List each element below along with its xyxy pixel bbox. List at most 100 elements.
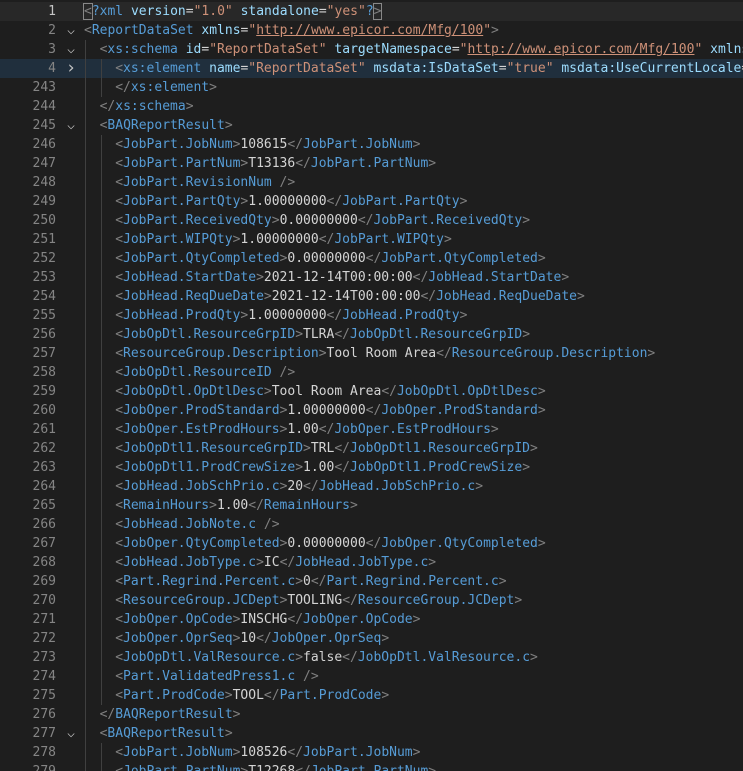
xml-tag-name: JobOper.EstProdHours [334, 422, 491, 437]
code-line[interactable]: 267 <JobOper.QtyCompleted>0.00000000</Job… [0, 534, 743, 553]
code-token: </ [365, 251, 382, 266]
code-text: <JobOper.QtyCompleted>0.00000000</JobOpe… [115, 534, 546, 553]
code-text: <BAQReportResult> [100, 116, 233, 135]
code-text: </xs:element> [115, 78, 217, 97]
code-token: = [201, 42, 210, 57]
code-token: < [115, 479, 124, 494]
xml-tag-name: JobPart.PartNum [311, 764, 428, 771]
code-line[interactable]: 246 <JobPart.JobNum>108615</JobPart.JobNu… [0, 135, 743, 154]
xml-value: 0.00000000 [287, 251, 366, 266]
code-line[interactable]: 273 <JobOpDtl.ValResource.c>false</JobOpD… [0, 648, 743, 667]
code-line[interactable]: 252 <JobPart.QtyCompleted>0.00000000</Job… [0, 249, 743, 268]
code-line[interactable]: 266 <JobHead.JobNote.c /> [0, 515, 743, 534]
code-line[interactable]: 257 <ResourceGroup.Description>Tool Room … [0, 344, 743, 363]
line-number: 272 [32, 631, 56, 646]
code-line[interactable]: 247 <JobPart.PartNum>T13136</JobPart.Part… [0, 154, 743, 173]
code-token: " [483, 23, 492, 38]
code-line[interactable]: 262 <JobOpDtl1.ResourceGrpID>TRL</JobOpDt… [0, 439, 743, 458]
code-token: </ [334, 327, 350, 342]
code-line[interactable]: 268 <JobHead.JobType.c>IC</JobHead.JobTyp… [0, 553, 743, 572]
code-line[interactable]: 250 <JobPart.ReceivedQty>0.00000000</JobP… [0, 211, 743, 230]
code-token: > [537, 384, 546, 399]
fold-expanded-chevron-icon[interactable]: ⌵ [64, 116, 78, 135]
code-line[interactable]: 253 <JobHead.StartDate>2021-12-14T00:00:0… [0, 268, 743, 287]
code-line[interactable]: 263 <JobOpDtl1.ProdCrewSize>1.00</JobOpDt… [0, 458, 743, 477]
indent-guide [100, 173, 102, 192]
code-line[interactable]: 245 ⌵ <BAQReportResult> [0, 116, 743, 135]
code-text: <JobOpDtl1.ResourceGrpID>TRL</JobOpDtl1.… [115, 439, 538, 458]
xml-value: Tool Room Area [326, 346, 437, 361]
code-line[interactable]: 248 <JobPart.RevisionNum /> [0, 173, 743, 192]
code-token: </ [310, 574, 327, 589]
code-text: <JobHead.JobNote.c /> [115, 515, 279, 534]
code-line[interactable]: 254 <JobHead.ReqDueDate>2021-12-14T00:00:… [0, 287, 743, 306]
xml-tag-name: JobOper.QtyCompleted [381, 536, 538, 551]
code-line[interactable]: 276 </BAQReportResult> [0, 705, 743, 724]
line-number: 269 [32, 574, 56, 589]
code-text: <JobPart.PartNum>T13136</JobPart.PartNum… [115, 154, 436, 173]
xml-tag-name: JobHead.StartDate [428, 270, 562, 285]
fold-expanded-chevron-icon[interactable]: ⌵ [64, 40, 78, 59]
indent-guide [100, 496, 102, 515]
code-token: </ [99, 99, 116, 114]
xml-tag-name: JobHead.JobNote.c [123, 517, 257, 532]
code-token: /> [295, 669, 319, 684]
indent-guide [85, 249, 86, 268]
code-token: > [428, 156, 437, 171]
code-line[interactable]: 255 <JobHead.ProdQty>1.00000000</JobHead.… [0, 306, 743, 325]
fold-expanded-chevron-icon[interactable]: ⌵ [64, 21, 78, 40]
code-line[interactable]: 261 <JobOper.EstProdHours>1.00</JobOper.E… [0, 420, 743, 439]
code-text: <JobPart.WIPQty>1.00000000</JobPart.WIPQ… [115, 230, 452, 249]
xml-tag-name: JobHead.ReqDueDate [436, 289, 577, 304]
line-number: 258 [32, 365, 56, 380]
code-line[interactable]: 2 ⌵ <ReportDataSet xmlns="http://www.epico… [0, 21, 743, 40]
code-token: BAQReportResult [107, 118, 225, 133]
code-token: < [115, 232, 124, 247]
code-line[interactable]: 265 <RemainHours>1.00</RemainHours> [0, 496, 743, 515]
code-line[interactable]: 260 <JobOper.ProdStandard>1.00000000</Job… [0, 401, 743, 420]
xml-value: TOOLING [287, 593, 343, 608]
code-line[interactable]: 279<JobPart.PartNum>T12268</JobPart.Part… [0, 762, 743, 771]
code-line[interactable]: 259 <JobOpDtl.OpDtlDesc>Tool Room Area</J… [0, 382, 743, 401]
code-line[interactable]: 258 <JobOpDtl.ResourceID /> [0, 363, 743, 382]
line-number: 244 [32, 99, 56, 114]
code-token: > [209, 498, 217, 513]
code-line[interactable]: 274 <Part.ValidatedPress1.c /> [0, 667, 743, 686]
code-token: > [475, 479, 484, 494]
code-line[interactable]: 270 <ResourceGroup.JCDept>TOOLING</Resour… [0, 591, 743, 610]
line-number: 266 [32, 517, 56, 532]
indent-guide [100, 382, 102, 401]
code-line[interactable]: 1 <?xml version="1.0" standalone="yes"?> [0, 2, 743, 21]
code-line[interactable]: 3 ⌵ <xs:schema id="ReportDataSet" targetNa… [0, 40, 743, 59]
code-line[interactable]: 244 </xs:schema> [0, 97, 743, 116]
code-line[interactable]: 275 <Part.ProdCode>TOOL</Part.ProdCode> [0, 686, 743, 705]
code-token: < [84, 23, 92, 38]
code-line[interactable]: 251 <JobPart.WIPQty>1.00000000</JobPart.W… [0, 230, 743, 249]
code-token: </ [365, 536, 382, 551]
xml-value: IC [263, 555, 280, 570]
xml-tag-name: Part.ProdCode [123, 688, 225, 703]
code-line[interactable]: 277 ⌵ <BAQReportResult> [0, 724, 743, 743]
indent-guide [100, 610, 102, 629]
code-line[interactable]: 269 <Part.Regrind.Percent.c>0</Part.Regri… [0, 572, 743, 591]
code-line[interactable]: 4 › <xs:element name = "ReportDataSet" msdat… [0, 59, 743, 78]
indent-guide [100, 363, 102, 382]
fold-collapsed-chevron-icon[interactable]: › [64, 59, 78, 78]
code-line[interactable]: 249 <JobPart.PartQty>1.00000000</JobPart.… [0, 192, 743, 211]
code-token: > [537, 403, 546, 418]
code-line[interactable]: 256 <JobOpDtl.ResourceGrpID>TLRA</JobOpDt… [0, 325, 743, 344]
fold-expanded-chevron-icon[interactable]: ⌵ [64, 724, 78, 743]
xml-value: false [303, 650, 343, 665]
code-token: > [514, 593, 523, 608]
code-token: < [115, 612, 124, 627]
code-line[interactable]: 243 </xs:element> [0, 78, 743, 97]
code-text: <ReportDataSet xmlns="http://www.epicor.… [84, 21, 499, 40]
line-number: 260 [32, 403, 56, 418]
code-token: = [451, 42, 460, 57]
code-line[interactable]: 271 <JobOper.OpCode>INSCHG</JobOper.OpCod… [0, 610, 743, 629]
code-line[interactable]: 278 <JobPart.JobNum>108526</JobPart.JobNu… [0, 743, 743, 762]
code-line[interactable]: 272 <JobOper.OprSeq>10</JobOper.OprSeq> [0, 629, 743, 648]
code-token: < [83, 3, 93, 20]
code-line[interactable]: 264 <JobHead.JobSchPrio.c>20</JobHead.Job… [0, 477, 743, 496]
code-editor[interactable]: 1 <?xml version="1.0" standalone="yes"?> 2… [0, 0, 743, 771]
